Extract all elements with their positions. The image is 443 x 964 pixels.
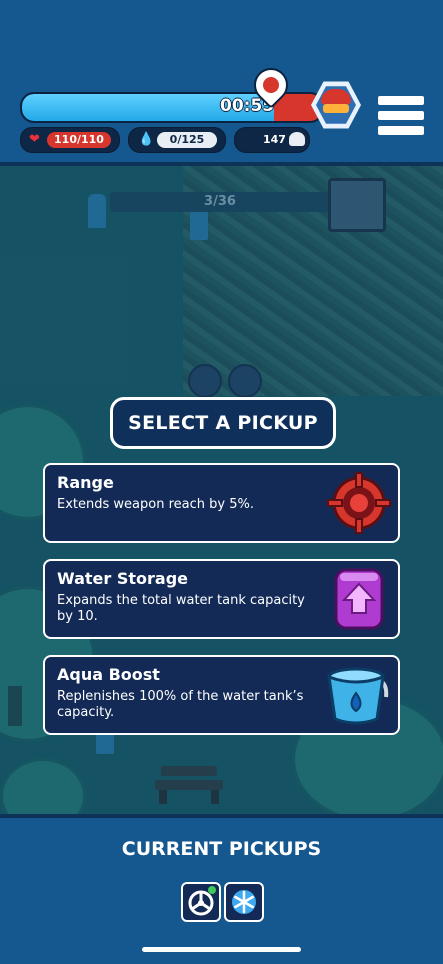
- water-display: 💧 0/125: [128, 127, 226, 153]
- pickup-description: Replenishes 100% of the water tank’s cap…: [57, 689, 304, 720]
- heart-icon: ❤: [29, 132, 40, 147]
- steering-wheel-icon[interactable]: [181, 882, 221, 922]
- coin-pile-icon: [289, 132, 305, 146]
- current-pickups-title: CURRENT PICKUPS: [121, 838, 322, 860]
- upgrade-arrow-icon: [326, 567, 392, 631]
- target-icon: [326, 471, 392, 535]
- snowflake-icon[interactable]: [224, 882, 264, 922]
- pickup-title: Aqua Boost: [57, 665, 160, 684]
- coins-display: 147: [234, 127, 310, 153]
- top-hud: 00:55 ❤ 110/110 💧 0/125 147: [0, 0, 443, 166]
- hamburger-menu-icon[interactable]: [378, 96, 424, 136]
- health-display: ❤ 110/110: [20, 127, 120, 153]
- water-text: 0/125: [169, 133, 205, 146]
- pickup-card-water-storage[interactable]: Water Storage Expands the total water ta…: [43, 559, 400, 639]
- select-pickup-title: SELECT A PICKUP: [110, 397, 336, 449]
- water-bucket-icon: [326, 663, 392, 727]
- home-indicator[interactable]: [142, 947, 301, 952]
- pickup-title: Water Storage: [57, 569, 188, 588]
- water-drop-icon: 💧: [138, 132, 155, 147]
- pickup-card-aqua-boost[interactable]: Aqua Boost Replenishes 100% of the water…: [43, 655, 400, 735]
- pickup-title: Range: [57, 473, 114, 492]
- health-text: 110/110: [54, 133, 104, 146]
- current-pickups-panel: CURRENT PICKUPS: [0, 814, 443, 964]
- pickup-description: Extends weapon reach by 5%.: [57, 497, 254, 512]
- pickup-card-range[interactable]: Range Extends weapon reach by 5%.: [43, 463, 400, 543]
- coins-text: 147: [263, 133, 286, 146]
- health-bar: 110/110: [47, 132, 111, 148]
- water-bar: 0/125: [157, 132, 217, 148]
- firefighter-avatar-icon[interactable]: [311, 81, 361, 129]
- pickup-description: Expands the total water tank capacity by…: [57, 593, 305, 624]
